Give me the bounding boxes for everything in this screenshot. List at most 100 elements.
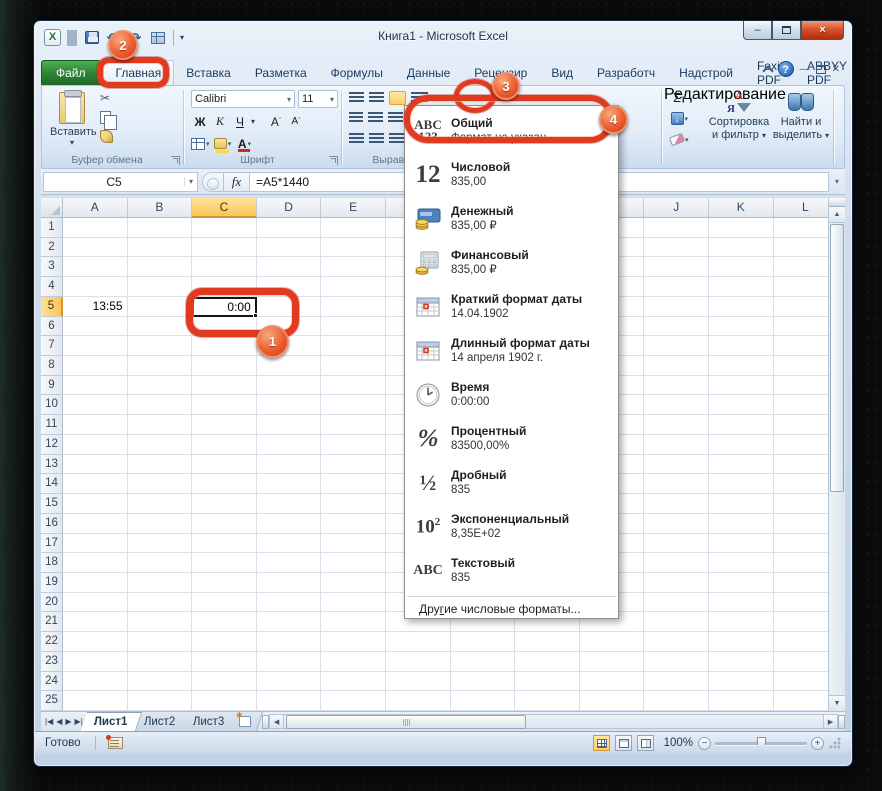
cell-E19[interactable] — [321, 573, 386, 593]
cell-B11[interactable] — [128, 415, 193, 435]
cell-L15[interactable] — [774, 494, 830, 514]
page-layout-view-button[interactable] — [615, 735, 632, 751]
find-select-button[interactable]: Найти и выделить ▾ — [772, 90, 830, 142]
cell-J19[interactable] — [644, 573, 709, 593]
cell-B13[interactable] — [128, 455, 193, 475]
cell-K3[interactable] — [709, 257, 774, 277]
sheet-tab-лист1[interactable]: Лист1 — [81, 712, 142, 731]
cell-C24[interactable] — [192, 672, 257, 692]
cell-B6[interactable] — [128, 317, 193, 337]
cell-E24[interactable] — [321, 672, 386, 692]
cell-B16[interactable] — [128, 514, 193, 534]
zoom-in-icon[interactable]: + — [811, 737, 824, 750]
format-menu-item-time[interactable]: Время0:00:00 — [405, 373, 618, 417]
more-number-formats-item[interactable]: Другие числовые форматы... — [405, 597, 618, 621]
cell-J15[interactable] — [644, 494, 709, 514]
scroll-right-icon[interactable]: ▶ — [823, 714, 838, 729]
cell-F22[interactable] — [386, 632, 451, 652]
format-menu-item-date_long[interactable]: Длинный формат даты14 апреля 1902 г. — [405, 329, 618, 373]
cell-E10[interactable] — [321, 395, 386, 415]
column-header-E[interactable]: E — [321, 198, 386, 218]
horizontal-scrollbar[interactable]: ◀ ▶ — [262, 712, 845, 731]
cell-D20[interactable] — [257, 593, 322, 613]
cell-C17[interactable] — [192, 534, 257, 554]
cell-C13[interactable] — [192, 455, 257, 475]
cell-J14[interactable] — [644, 474, 709, 494]
cell-C2[interactable] — [192, 238, 257, 258]
row-header-16[interactable]: 16 — [41, 514, 63, 534]
row-header-7[interactable]: 7 — [41, 336, 63, 356]
tab-вставка[interactable]: Вставка — [174, 60, 243, 85]
cell-D9[interactable] — [257, 376, 322, 396]
name-box[interactable]: C5 ▾ — [43, 172, 198, 192]
cell-D24[interactable] — [257, 672, 322, 692]
cell-K1[interactable] — [709, 218, 774, 238]
font-color-button[interactable]: А▾ — [236, 135, 254, 152]
tab-разметка[interactable]: Разметка — [243, 60, 319, 85]
row-header-20[interactable]: 20 — [41, 593, 63, 613]
grow-font-button[interactable]: Аˆ — [267, 113, 285, 130]
cell-A23[interactable] — [63, 652, 128, 672]
cell-A2[interactable] — [63, 238, 128, 258]
scroll-down-icon[interactable]: ▼ — [829, 695, 845, 711]
insert-function-button[interactable]: fx — [224, 172, 250, 192]
cell-E8[interactable] — [321, 356, 386, 376]
cell-B18[interactable] — [128, 553, 193, 573]
cell-J12[interactable] — [644, 435, 709, 455]
cell-K8[interactable] — [709, 356, 774, 376]
cell-D22[interactable] — [257, 632, 322, 652]
row-header-15[interactable]: 15 — [41, 494, 63, 514]
page-break-view-button[interactable] — [637, 735, 654, 751]
cell-H24[interactable] — [515, 672, 580, 692]
restore-button[interactable] — [772, 21, 801, 40]
column-header-C[interactable]: C — [192, 198, 257, 218]
cell-J22[interactable] — [644, 632, 709, 652]
decrease-indent-icon[interactable] — [349, 133, 364, 145]
cell-B19[interactable] — [128, 573, 193, 593]
cell-B20[interactable] — [128, 593, 193, 613]
cell-C25[interactable] — [192, 691, 257, 711]
align-bottom-icon[interactable] — [389, 91, 406, 105]
cell-L14[interactable] — [774, 474, 830, 494]
cell-K16[interactable] — [709, 514, 774, 534]
cell-E12[interactable] — [321, 435, 386, 455]
cell-E7[interactable] — [321, 336, 386, 356]
cell-I24[interactable] — [580, 672, 645, 692]
column-header-D[interactable]: D — [257, 198, 322, 218]
cell-L5[interactable] — [774, 297, 830, 317]
cell-B1[interactable] — [128, 218, 193, 238]
format-menu-item-number[interactable]: 12Числовой835,00 — [405, 153, 618, 197]
cell-E21[interactable] — [321, 612, 386, 632]
resize-grip[interactable] — [829, 737, 841, 749]
cell-C18[interactable] — [192, 553, 257, 573]
cell-A12[interactable] — [63, 435, 128, 455]
shrink-font-button[interactable]: Аˇ — [287, 113, 305, 130]
workbook-restore-icon[interactable] — [816, 65, 826, 74]
row-header-17[interactable]: 17 — [41, 534, 63, 554]
cell-H25[interactable] — [515, 691, 580, 711]
cell-K20[interactable] — [709, 593, 774, 613]
cell-L19[interactable] — [774, 573, 830, 593]
cell-L21[interactable] — [774, 612, 830, 632]
row-header-8[interactable]: 8 — [41, 356, 63, 376]
cell-E23[interactable] — [321, 652, 386, 672]
cell-E25[interactable] — [321, 691, 386, 711]
cell-A3[interactable] — [63, 257, 128, 277]
align-top-icon[interactable] — [349, 92, 364, 104]
cell-G23[interactable] — [451, 652, 516, 672]
cell-B4[interactable] — [128, 277, 193, 297]
font-name-combo[interactable]: Calibri▾ — [191, 90, 295, 108]
horizontal-scroll-track[interactable] — [284, 714, 823, 729]
zoom-track[interactable] — [715, 742, 807, 745]
cell-H23[interactable] — [515, 652, 580, 672]
cell-C19[interactable] — [192, 573, 257, 593]
cell-K21[interactable] — [709, 612, 774, 632]
cell-B14[interactable] — [128, 474, 193, 494]
cell-A6[interactable] — [63, 317, 128, 337]
cell-E15[interactable] — [321, 494, 386, 514]
row-header-1[interactable]: 1 — [41, 218, 63, 238]
last-sheet-icon[interactable]: ▶| — [75, 717, 83, 726]
vertical-scrollbar[interactable]: ▲ ▼ — [828, 198, 845, 711]
horizontal-scroll-thumb[interactable] — [286, 715, 526, 729]
row-header-11[interactable]: 11 — [41, 415, 63, 435]
